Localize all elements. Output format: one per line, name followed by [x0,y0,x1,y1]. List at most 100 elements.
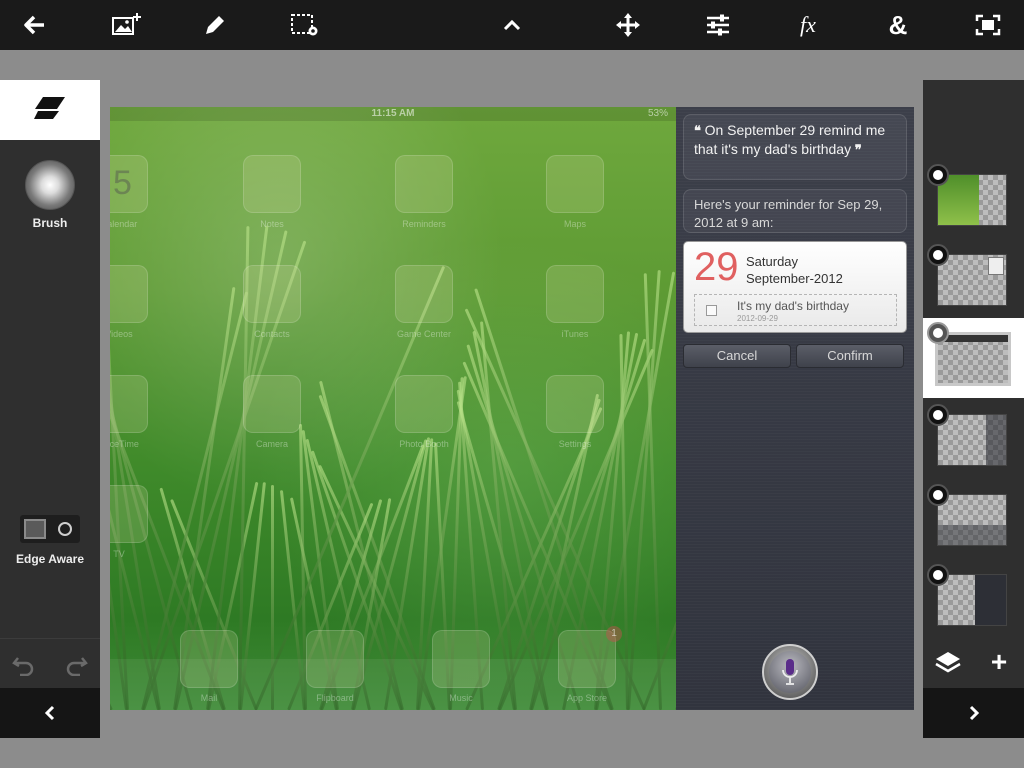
photo-booth-app-icon [395,375,453,433]
app-label: Music [449,693,473,703]
toggle-off-icon [24,519,46,539]
microphone-icon [769,651,811,693]
back-arrow-icon[interactable] [15,5,55,45]
layer-thumbnail [937,574,1007,626]
layer-visibility-icon[interactable] [927,564,949,586]
chevron-up-icon[interactable] [492,5,532,45]
contacts-app-icon [243,265,301,323]
reminders-app-icon [395,155,453,213]
app-label: FaceTime [110,439,139,449]
grass-blade [627,269,661,710]
chevron-right-icon [969,705,979,721]
collapse-left-panel-button[interactable] [0,688,100,738]
reminder-task-text: It's my dad's birthday [737,299,849,313]
brush-size-swatch[interactable] [25,160,75,210]
app-label: Notes [260,219,284,229]
add-layer-button[interactable]: + [985,648,1013,676]
app-label: Maps [563,219,586,229]
layer-thumbnail [937,174,1007,226]
selection-settings-icon[interactable] [285,5,325,45]
history-controls [0,638,100,688]
pencil-icon[interactable] [195,5,235,45]
eraser-icon [33,95,67,126]
reminder-checkbox[interactable] [706,305,717,316]
mail-app-icon [180,630,238,688]
toggle-on-icon [58,522,72,536]
flipboard-app-icon [306,630,364,688]
layer-item-selected[interactable] [923,318,1024,398]
app-label: TV [113,549,125,559]
app-label: Reminders [402,219,446,229]
app-label: Flipboard [316,693,354,703]
left-tool-panel: Brush Edge Aware [0,80,100,738]
siri-mic-button[interactable] [762,644,818,700]
reminder-weekday: Saturday [746,254,799,269]
layer-item[interactable] [923,480,1024,560]
layer-item[interactable] [923,240,1024,320]
layers-panel: + [923,80,1024,738]
tv-app-icon [110,485,148,543]
undo-icon[interactable] [10,651,38,679]
calendar-day: 5 [113,164,132,202]
edge-aware-toggle[interactable] [20,515,80,543]
chevron-left-icon [44,705,55,721]
reminder-task-row: It's my dad's birthday 2012-09-29 [694,294,897,326]
layer-visibility-icon[interactable] [927,244,949,266]
layer-visibility-icon[interactable] [927,164,949,186]
app-store-badge: 1 [606,626,622,642]
layer-item[interactable] [923,560,1024,640]
camera-app-icon [243,375,301,433]
ipad-home-screen-image: 11:15 AM 53% 5 Calendar Notes Reminders … [110,107,827,710]
layer-item[interactable] [923,400,1024,480]
fullscreen-icon[interactable] [968,5,1008,45]
status-time: 11:15 AM [371,108,415,119]
layer-visibility-icon[interactable] [927,484,949,506]
layer-visibility-icon[interactable] [927,404,949,426]
fx-icon[interactable]: fx [788,5,828,45]
layer-visibility-icon[interactable] [927,322,949,344]
app-label: App Store [566,693,608,703]
reminder-task-date: 2012-09-29 [737,314,778,323]
game-center-app-icon [395,265,453,323]
eraser-tool-button[interactable] [0,80,100,140]
app-label: Game Center [396,329,452,339]
redo-icon[interactable] [62,651,90,679]
facetime-app-icon [110,375,148,433]
confirm-button[interactable]: Confirm [796,344,904,368]
app-label: iTunes [561,329,589,339]
move-icon[interactable] [608,5,648,45]
videos-app-icon [110,265,148,323]
document-canvas[interactable]: 11:15 AM 53% 5 Calendar Notes Reminders … [110,107,914,710]
settings-app-icon [546,375,604,433]
layer-thumbnail [937,414,1007,466]
reminder-month-year: September-2012 [746,271,843,286]
calendar-app-icon: 5 [110,155,148,213]
siri-reply-bubble: Here's your reminder for Sep 29, 2012 at… [683,189,907,233]
siri-panel: ❝ On September 29 remind me that it's my… [676,107,914,710]
itunes-app-icon [546,265,604,323]
user-query-bubble: ❝ On September 29 remind me that it's my… [683,114,907,180]
adjustments-icon[interactable] [698,5,738,45]
music-app-icon [432,630,490,688]
brush-label: Brush [32,216,68,230]
edge-aware-label: Edge Aware [15,552,85,566]
app-label: Photo Booth [399,439,449,449]
cancel-button[interactable]: Cancel [683,344,791,368]
app-label: Contacts [254,329,290,339]
layer-item[interactable] [923,160,1024,240]
reminder-day: 29 [694,245,739,289]
top-toolbar: fx & [0,0,1024,50]
status-battery: 53% [647,108,668,119]
app-label: Camera [255,439,288,449]
maps-app-icon [546,155,604,213]
layer-thumbnail [937,494,1007,546]
notes-app-icon [243,155,301,213]
app-label: Calendar [110,219,138,229]
ipad-status-bar: 11:15 AM 53% [110,107,676,121]
add-image-icon[interactable] [107,5,147,45]
app-label: Settings [558,439,592,449]
ampersand-icon[interactable]: & [878,5,918,45]
expand-right-panel-button[interactable] [923,688,1024,738]
reminder-card: 29 Saturday September-2012 It's my dad's… [683,241,907,333]
layers-stack-icon[interactable] [935,650,961,676]
